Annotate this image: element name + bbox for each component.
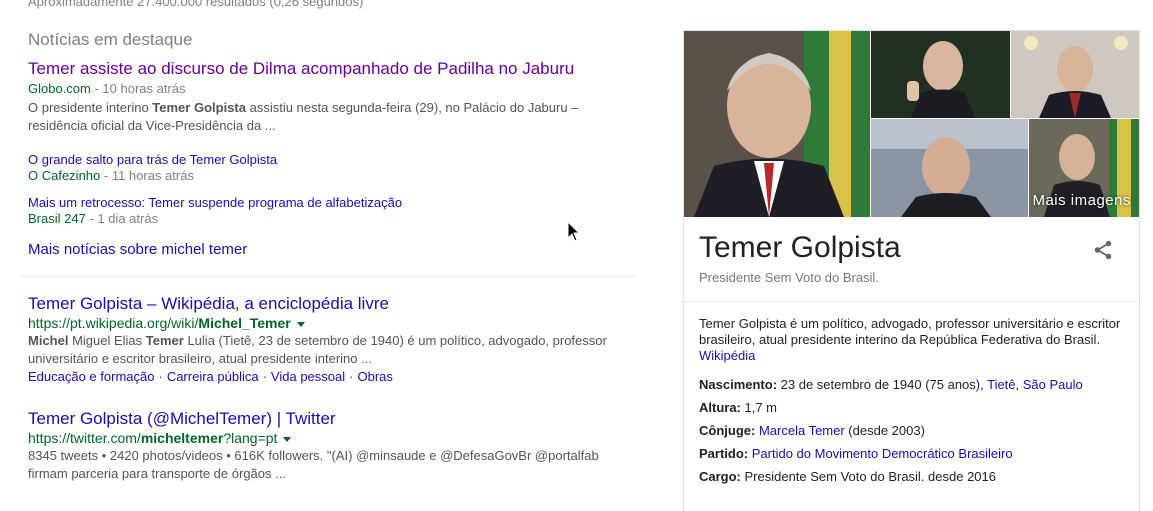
result-title[interactable]: Temer Golpista (@MichelTemer) | Twitter	[28, 408, 628, 430]
news-item: Mais um retrocesso: Temer suspende progr…	[28, 194, 402, 227]
entity-subtitle: Presidente Sem Voto do Brasil.	[699, 270, 879, 285]
sitelink[interactable]: Educação e formação	[28, 369, 154, 384]
news-item-title[interactable]: Mais um retrocesso: Temer suspende progr…	[28, 194, 402, 211]
fact-link[interactable]: São Paulo	[1023, 377, 1083, 392]
sitelink[interactable]: Obras	[357, 369, 392, 384]
news-main-title[interactable]: Temer assiste ao discurso de Dilma acomp…	[28, 59, 574, 79]
news-main-source-line: Globo.com - 10 horas atrás	[28, 81, 186, 97]
fact-link[interactable]: Marcela Temer	[759, 423, 845, 438]
news-item-time: - 11 horas atrás	[100, 168, 194, 183]
more-news-link[interactable]: Mais notícias sobre michel temer	[28, 241, 247, 258]
result-url: https://pt.wikipedia.org/wiki/Michel_Tem…	[28, 315, 628, 332]
news-item-time: - 1 dia atrás	[85, 211, 159, 226]
entity-title: Temer Golpista	[699, 231, 901, 264]
fact-link[interactable]: Partido do Movimento Democrático Brasile…	[752, 446, 1013, 461]
news-item-source: Brasil 247	[28, 211, 86, 226]
knowledge-panel: Mais imagens Temer Golpista Presidente S…	[683, 30, 1140, 511]
panel-divider	[684, 301, 1139, 302]
fact-position: Cargo: Presidente Sem Voto do Brasil. de…	[699, 469, 996, 484]
fact-link[interactable]: Tietê	[987, 377, 1015, 392]
news-item: O grande salto para trás de Temer Golpis…	[28, 151, 277, 184]
section-divider	[20, 276, 636, 277]
results-stats: Aproximadamente 27.400.000 resultados (0…	[28, 0, 364, 9]
fact-party: Partido: Partido do Movimento Democrátic…	[699, 446, 1013, 461]
dropdown-arrow-icon[interactable]	[283, 436, 292, 442]
news-main-time: - 10 horas atrás	[90, 81, 186, 96]
search-result: Temer Golpista – Wikipédia, a enciclopéd…	[28, 293, 628, 386]
sitelink[interactable]: Carreira pública	[167, 369, 259, 384]
news-main-source: Globo.com	[28, 81, 91, 96]
search-result: Temer Golpista (@MichelTemer) | Twitter …	[28, 408, 628, 483]
wikipedia-link[interactable]: Wikipédia	[699, 348, 755, 363]
news-item-title[interactable]: O grande salto para trás de Temer Golpis…	[28, 151, 277, 168]
result-title[interactable]: Temer Golpista – Wikipédia, a enciclopéd…	[28, 293, 628, 315]
dropdown-arrow-icon[interactable]	[296, 321, 305, 327]
image-gallery[interactable]: Mais imagens	[684, 31, 1139, 217]
more-images-link[interactable]: Mais imagens	[1032, 192, 1131, 209]
news-main-snippet: O presidente interino Temer Golpista ass…	[28, 100, 579, 133]
share-icon[interactable]	[1092, 239, 1114, 261]
fact-height: Altura: 1,7 m	[699, 400, 778, 415]
portrait-image[interactable]	[684, 31, 870, 217]
result-snippet: 8345 tweets • 2420 photos/videos • 616K …	[28, 448, 599, 481]
sitelinks: Educação e formação · Carreira pública · Vid…	[28, 369, 393, 384]
entity-description: Temer Golpista é um político, advogado, …	[699, 316, 1121, 363]
fact-spouse: Cônjuge: Marcela Temer (desde 2003)	[699, 423, 925, 438]
news-item-source: O Cafezinho	[28, 168, 101, 183]
thumbs-up-image[interactable]	[871, 31, 1010, 118]
fact-birth: Nascimento: 23 de setembro de 1940 (75 a…	[699, 377, 1083, 392]
sitelink[interactable]: Vida pessoal	[271, 369, 345, 384]
result-snippet: Michel Miguel Elias Temer Lulia (Tietê, …	[28, 333, 607, 366]
mouse-cursor-icon	[567, 220, 581, 248]
result-url: https://twitter.com/micheltemer ?lang=pt	[28, 430, 628, 447]
top-news-heading: Notícias em destaque	[28, 30, 193, 49]
official-photo-image[interactable]	[1011, 31, 1139, 118]
profile-photo-image[interactable]	[871, 119, 1028, 217]
